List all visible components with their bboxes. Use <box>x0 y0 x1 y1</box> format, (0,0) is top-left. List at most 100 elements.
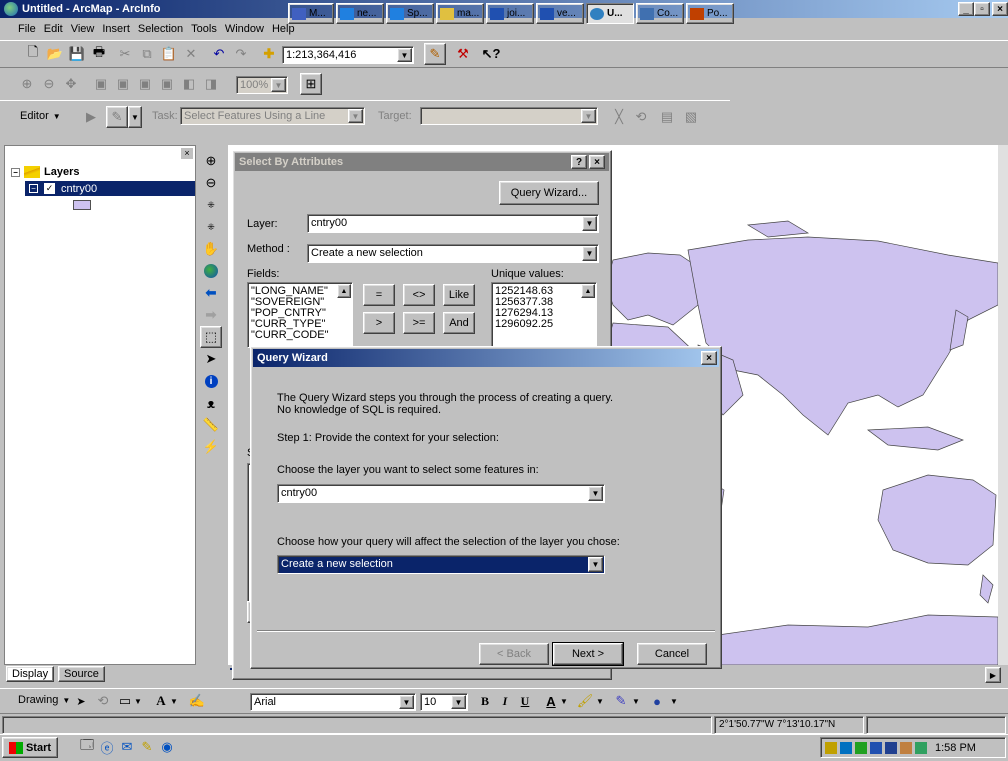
copy-icon[interactable]: ⧉ <box>136 43 158 65</box>
taskbar-item-1[interactable]: ne... <box>336 3 384 24</box>
task-select[interactable]: Select Features Using a Line ▼ <box>180 107 365 125</box>
marker-color-icon[interactable]: ● <box>646 690 668 712</box>
outlook-icon[interactable]: ✉ <box>116 736 138 758</box>
tray-security-icon[interactable] <box>870 741 882 754</box>
split-tool-icon[interactable]: ╳ <box>608 106 630 128</box>
taskbar-item-4[interactable]: joi... <box>486 3 534 24</box>
font-color-dropdown-icon[interactable]: ▼ <box>558 690 570 712</box>
zoom-out-icon[interactable]: ⊖ <box>200 172 222 194</box>
chevron-down-icon[interactable]: ▼ <box>271 78 286 92</box>
start-button[interactable]: Start <box>2 737 58 758</box>
new-icon[interactable]: 🗋 <box>22 43 44 65</box>
bold-button[interactable]: B <box>474 690 496 712</box>
rotate-tool-icon[interactable]: ⟲ <box>630 106 652 128</box>
back-button[interactable]: < Back <box>479 643 549 665</box>
taskbar-item-active[interactable]: U... <box>586 3 634 24</box>
editor-toolbar-icon[interactable]: ✎ <box>424 43 446 65</box>
arcmap-quicklaunch-icon[interactable]: ◉ <box>156 736 178 758</box>
tray-volume-icon[interactable] <box>825 741 837 754</box>
op-equals-button[interactable]: = <box>363 284 395 306</box>
toc-close-icon[interactable]: × <box>181 148 193 159</box>
tab-source[interactable]: Source <box>58 666 105 682</box>
zoom-in-layout-icon[interactable]: ⊕ <box>16 73 38 95</box>
map-vertical-scrollbar[interactable] <box>998 145 1008 665</box>
sketch-dropdown-icon[interactable]: ▼ <box>128 106 142 128</box>
chevron-down-icon[interactable]: ▼ <box>582 246 597 261</box>
tray-language-icon[interactable] <box>885 741 897 754</box>
tray-user-icon[interactable] <box>900 741 912 754</box>
editor-menu[interactable]: Editor ▼ <box>20 110 61 122</box>
toc-layers-row[interactable]: − Layers <box>11 166 79 178</box>
chevron-down-icon[interactable]: ▼ <box>348 109 363 123</box>
text-dropdown-icon[interactable]: ▼ <box>168 690 180 712</box>
ie-icon[interactable]: ⓔ <box>96 736 118 758</box>
sketch-properties-icon[interactable]: ▧ <box>680 106 702 128</box>
fill-color-icon[interactable]: 🖌 <box>574 690 596 712</box>
layer-symbol-swatch[interactable] <box>73 200 91 210</box>
italic-button[interactable]: I <box>494 690 516 712</box>
qw-layer-select[interactable]: cntry00 ▼ <box>277 484 605 503</box>
chevron-down-icon[interactable]: ▼ <box>581 109 596 123</box>
select-elements-icon[interactable]: ➤ <box>200 348 222 370</box>
attributes-icon[interactable]: ▤ <box>656 106 678 128</box>
menu-view[interactable]: View <box>71 23 95 35</box>
menu-window[interactable]: Window <box>225 23 264 35</box>
op-like-button[interactable]: Like <box>443 284 475 306</box>
back-arrow-icon[interactable]: ⬅ <box>200 282 222 304</box>
taskbar-item-3[interactable]: ma... <box>436 3 484 24</box>
hyperlink-icon[interactable]: ⚡ <box>200 436 222 458</box>
query-wizard-button[interactable]: Query Wizard... <box>499 181 599 205</box>
arctoolbox-icon[interactable]: ⚒ <box>452 43 474 65</box>
forward-arrow-icon[interactable]: ➡ <box>200 304 222 326</box>
taskbar-item-8[interactable]: Po... <box>686 3 734 24</box>
toggle-draft-mode-icon[interactable]: ⊞ <box>300 73 322 95</box>
menu-selection[interactable]: Selection <box>138 23 183 35</box>
chevron-down-icon[interactable]: ▼ <box>588 557 603 572</box>
map-horizontal-scroll-right[interactable]: ▶ <box>985 667 1001 683</box>
qw-title-bar[interactable]: Query Wizard <box>253 349 719 367</box>
fixed-zoom-out-icon[interactable]: ⁜ <box>200 216 222 238</box>
op-and-button[interactable]: And <box>443 312 475 334</box>
zoom-whole-page-icon[interactable]: ▣ <box>90 73 112 95</box>
print-icon[interactable]: 🖶 <box>88 43 110 65</box>
select-features-icon[interactable]: ⬚ <box>200 326 222 348</box>
paste-icon[interactable]: 📋 <box>158 43 180 65</box>
chevron-down-icon[interactable]: ▼ <box>399 695 414 709</box>
zoom-100-icon[interactable]: ▣ <box>112 73 134 95</box>
unique-values-list[interactable]: 1252148.63 1256377.38 1276294.13 1296092… <box>491 282 597 348</box>
line-color-icon[interactable]: ✎ <box>610 690 632 712</box>
find-binoculars-icon[interactable]: ᴥ <box>200 392 222 414</box>
sba-title-bar[interactable]: Select By Attributes <box>235 153 609 171</box>
chevron-down-icon[interactable]: ▼ <box>588 486 603 501</box>
forward-extent-icon[interactable]: ◨ <box>200 73 222 95</box>
open-icon[interactable]: 📂 <box>44 43 66 65</box>
chevron-down-icon[interactable]: ▼ <box>397 48 412 62</box>
list-item[interactable]: "CURR_CODE" <box>251 330 349 341</box>
back-extent-icon[interactable]: ◧ <box>178 73 200 95</box>
collapse-icon[interactable]: − <box>11 167 20 177</box>
sba-close-button[interactable]: × <box>589 155 605 169</box>
tray-app-icon[interactable] <box>840 741 852 754</box>
marker-color-dropdown-icon[interactable]: ▼ <box>668 690 680 712</box>
underline-button[interactable]: U <box>514 690 536 712</box>
menu-tools[interactable]: Tools <box>191 23 217 35</box>
fill-color-dropdown-icon[interactable]: ▼ <box>594 690 606 712</box>
map-scale-input[interactable]: 1:213,364,416 ▼ <box>282 46 414 64</box>
cancel-button[interactable]: Cancel <box>637 643 707 665</box>
fixed-zoom-out-icon[interactable]: ▣ <box>156 73 178 95</box>
cut-icon[interactable]: ✂ <box>114 43 136 65</box>
sba-method-select[interactable]: Create a new selection ▼ <box>307 244 599 263</box>
zoom-in-icon[interactable]: ⊕ <box>200 150 222 172</box>
qw-close-button[interactable]: × <box>701 351 717 365</box>
fields-list[interactable]: "LONG_NAME" "SOVEREIGN" "POP_CNTRY" "CUR… <box>247 282 353 348</box>
scroll-up-icon[interactable]: ▲ <box>581 284 595 298</box>
next-button[interactable]: Next > <box>552 642 624 666</box>
save-icon[interactable]: 💾 <box>66 43 88 65</box>
add-data-icon[interactable]: ✚ <box>258 43 280 65</box>
redo-icon[interactable]: ↷ <box>230 43 252 65</box>
identify-icon[interactable]: i <box>200 370 222 392</box>
chevron-down-icon[interactable]: ▼ <box>582 216 597 231</box>
layer-visibility-checkbox[interactable]: ✓ <box>44 183 55 194</box>
delete-icon[interactable]: ✕ <box>180 43 202 65</box>
tray-network-icon[interactable] <box>855 741 867 754</box>
